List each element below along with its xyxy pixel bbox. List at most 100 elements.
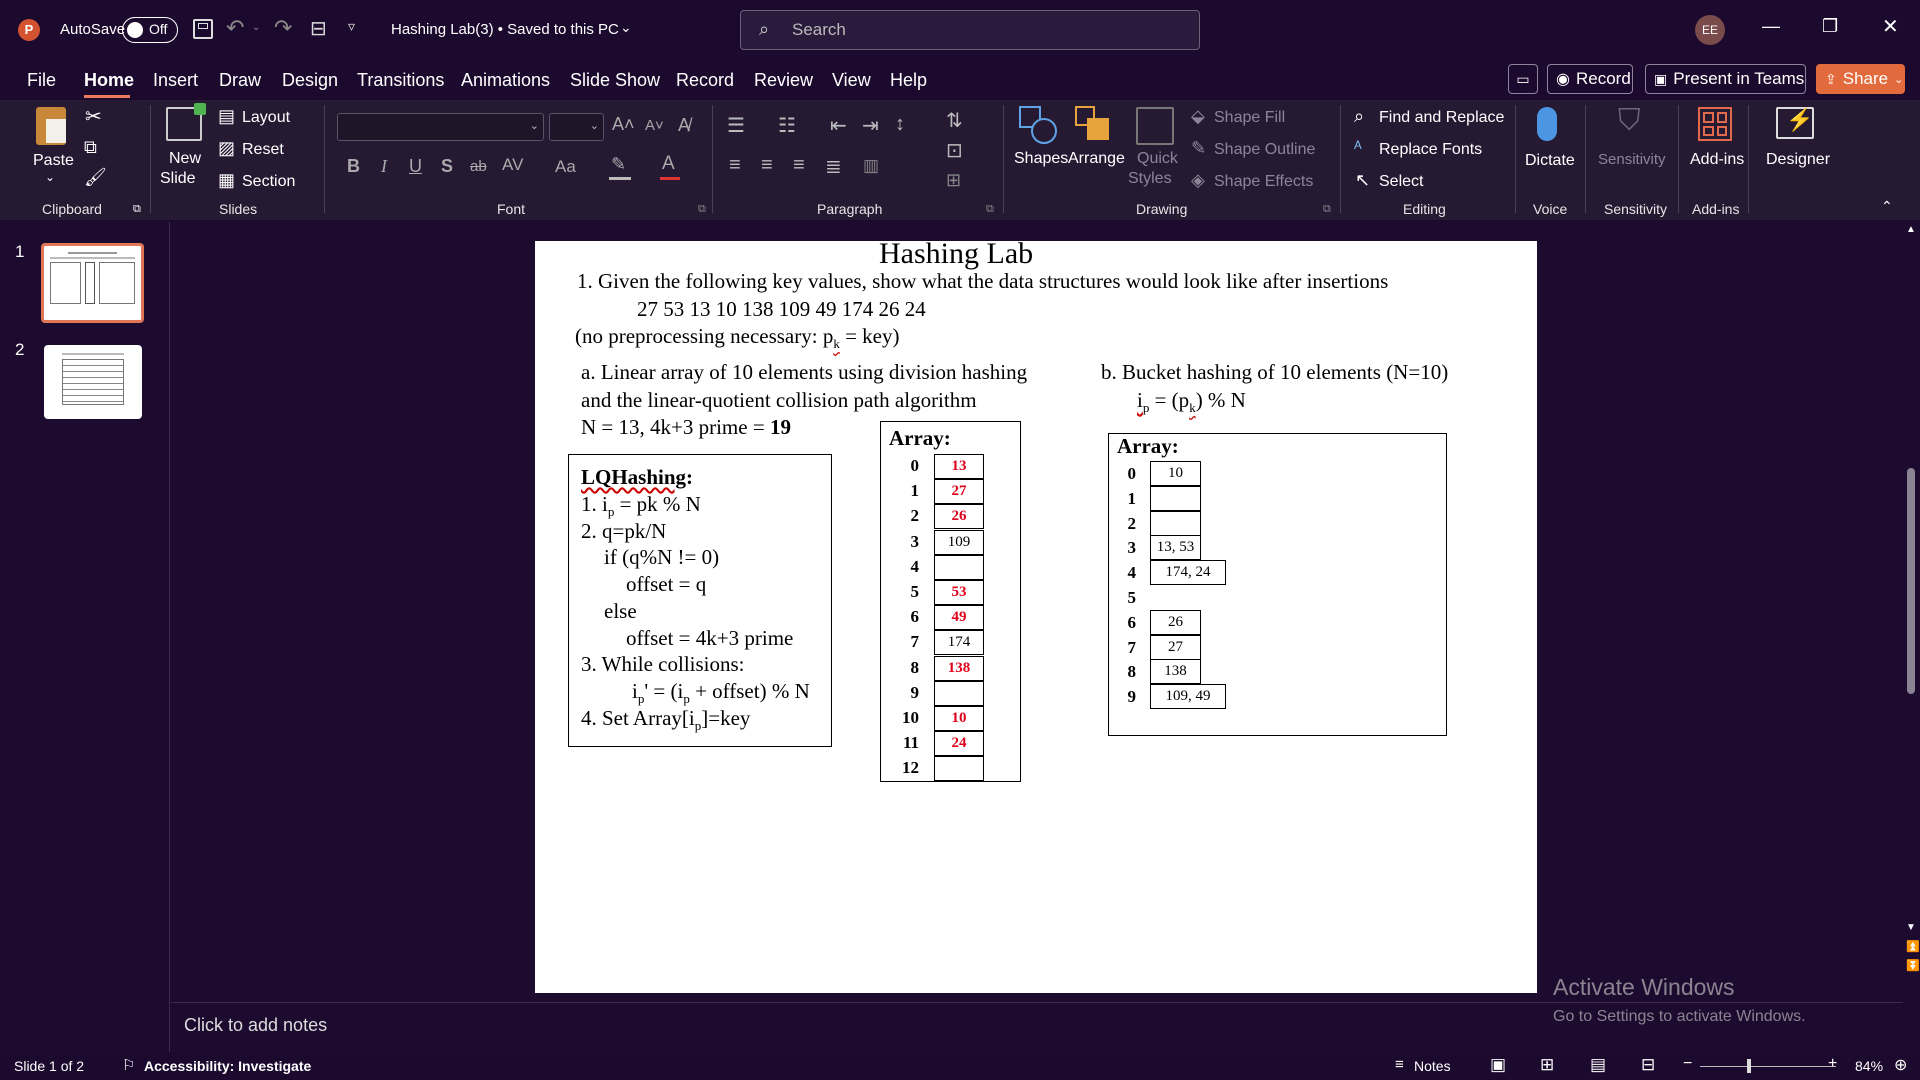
tab-file[interactable]: File: [27, 70, 56, 91]
underline-button[interactable]: U: [409, 156, 422, 177]
array-a-cell[interactable]: 10: [934, 706, 984, 731]
zoom-in-icon[interactable]: +: [1828, 1055, 1837, 1073]
part-a-line-2[interactable]: and the linear-quotient collision path a…: [581, 388, 977, 413]
array-a-cell[interactable]: 26: [934, 504, 984, 530]
strikethrough-button[interactable]: ab: [470, 158, 487, 175]
change-case-button[interactable]: Aa: [555, 157, 576, 177]
array-a-cell[interactable]: [934, 554, 984, 580]
document-title[interactable]: Hashing Lab(3) • Saved to this PC: [391, 21, 619, 38]
share-button[interactable]: ⇪ Share ⌄: [1816, 64, 1905, 94]
present-in-teams-button[interactable]: ▣ Present in Teams: [1645, 64, 1806, 94]
shape-outline-icon[interactable]: ✎: [1191, 138, 1206, 159]
redo-icon[interactable]: ↷: [274, 15, 292, 41]
paragraph-launcher-icon[interactable]: ⧉: [986, 203, 994, 216]
key-values-text[interactable]: 27 53 13 10 138 109 49 174 26 24: [637, 297, 926, 322]
designer-icon[interactable]: ⚡: [1776, 107, 1814, 139]
avatar[interactable]: EE: [1695, 15, 1725, 45]
tab-transitions[interactable]: Transitions: [357, 70, 444, 91]
normal-view-icon[interactable]: ▣: [1490, 1055, 1506, 1075]
array-a-cell[interactable]: 27: [934, 479, 984, 505]
layout-icon[interactable]: ▤: [218, 106, 235, 127]
save-icon[interactable]: [193, 19, 213, 39]
columns-icon[interactable]: ▥: [863, 156, 879, 176]
customize-toolbar-icon[interactable]: ▿: [348, 18, 355, 35]
quick-styles-label-2[interactable]: Styles: [1128, 170, 1172, 188]
sensitivity-button[interactable]: Sensitivity: [1598, 151, 1666, 168]
next-slide-icon[interactable]: ⏬: [1906, 959, 1920, 972]
undo-dropdown-icon[interactable]: ⌄: [252, 22, 260, 33]
align-text-icon[interactable]: ⊡: [946, 138, 963, 163]
tab-design[interactable]: Design: [282, 70, 338, 91]
replace-fonts-icon[interactable]: ᴬ: [1354, 138, 1362, 158]
array-a-cell[interactable]: 24: [934, 731, 984, 757]
tab-review[interactable]: Review: [754, 70, 813, 91]
align-center-icon[interactable]: ≡: [761, 154, 773, 177]
section-icon[interactable]: ▦: [218, 170, 235, 191]
zoom-slider[interactable]: [1700, 1059, 1836, 1073]
restore-icon[interactable]: ❐: [1822, 16, 1838, 37]
designer-button[interactable]: Designer: [1766, 151, 1830, 169]
zoom-level[interactable]: 84%: [1855, 1058, 1883, 1074]
find-replace-button[interactable]: Find and Replace: [1379, 109, 1504, 127]
tab-insert[interactable]: Insert: [153, 70, 198, 91]
increase-font-icon[interactable]: A˄: [612, 114, 635, 135]
align-left-icon[interactable]: ≡: [729, 154, 741, 177]
array-a-cell[interactable]: [934, 756, 984, 782]
char-spacing-icon[interactable]: AV: [502, 155, 523, 175]
close-icon[interactable]: ✕: [1882, 14, 1899, 39]
tab-draw[interactable]: Draw: [219, 70, 261, 91]
section-button[interactable]: Section: [242, 173, 295, 191]
array-b-cell[interactable]: [1150, 510, 1201, 536]
drawing-launcher-icon[interactable]: ⧉: [1323, 203, 1331, 216]
scroll-down-icon[interactable]: ▼: [1906, 922, 1916, 933]
arrange-button[interactable]: Arrange: [1068, 150, 1125, 168]
vertical-scrollbar[interactable]: ▲ ▼ ⏫ ⏬: [1903, 222, 1920, 1002]
new-slide-label-1[interactable]: New: [169, 150, 201, 168]
slide-thumbnail-2[interactable]: [44, 345, 142, 419]
tab-help[interactable]: Help: [890, 70, 927, 91]
clear-formatting-icon[interactable]: A̸: [678, 115, 690, 136]
increase-indent-icon[interactable]: ⇥: [862, 113, 879, 138]
array-b-cell[interactable]: 109, 49: [1150, 684, 1226, 710]
array-a-cell[interactable]: [934, 680, 984, 706]
shapes-icon[interactable]: [1019, 106, 1059, 146]
notes-placeholder[interactable]: Click to add notes: [184, 1015, 327, 1036]
array-a-cell[interactable]: 53: [934, 580, 984, 605]
cut-icon[interactable]: ✂: [85, 104, 102, 129]
slide-thumbnail-1[interactable]: [41, 243, 144, 323]
addins-icon[interactable]: [1698, 107, 1732, 141]
microphone-icon[interactable]: [1537, 107, 1557, 141]
shape-effects-icon[interactable]: ◈: [1191, 170, 1205, 191]
font-name-dropdown[interactable]: ⌄: [337, 113, 544, 141]
italic-button[interactable]: I: [381, 156, 387, 177]
zoom-out-icon[interactable]: −: [1683, 1055, 1692, 1073]
scroll-thumb[interactable]: [1907, 468, 1915, 694]
notes-toggle[interactable]: Notes: [1414, 1058, 1451, 1074]
reading-view-icon[interactable]: ▤: [1590, 1055, 1606, 1075]
array-b-cell[interactable]: 27: [1150, 634, 1201, 660]
part-a-line-1[interactable]: a. Linear array of 10 elements using div…: [581, 360, 1027, 385]
font-size-dropdown[interactable]: ⌄: [549, 113, 604, 141]
highlight-icon[interactable]: ✎: [611, 154, 626, 175]
array-a-cell[interactable]: 109: [934, 529, 984, 555]
format-painter-icon[interactable]: 🖌: [84, 167, 107, 188]
question-1-text[interactable]: 1. Given the following key values, show …: [577, 269, 1388, 294]
bold-button[interactable]: B: [347, 156, 360, 177]
new-slide-icon[interactable]: [166, 103, 206, 141]
undo-icon[interactable]: ↶: [226, 15, 244, 41]
search-box[interactable]: ⌕ Search: [740, 10, 1200, 50]
array-b-cell[interactable]: 13, 53: [1150, 535, 1201, 561]
arrange-icon[interactable]: [1075, 106, 1115, 146]
slide-title[interactable]: Hashing Lab: [879, 237, 1033, 271]
decrease-indent-icon[interactable]: ⇤: [830, 113, 847, 138]
font-color-icon[interactable]: A: [662, 153, 675, 175]
align-right-icon[interactable]: ≡: [793, 154, 805, 177]
shapes-button[interactable]: Shapes: [1014, 150, 1068, 168]
array-b-cell[interactable]: [1150, 485, 1201, 511]
tab-slide-show[interactable]: Slide Show: [570, 70, 660, 91]
autosave-toggle[interactable]: Off: [122, 17, 178, 43]
shape-outline-button[interactable]: Shape Outline: [1214, 141, 1315, 159]
paste-dropdown-icon[interactable]: ⌄: [45, 170, 55, 184]
array-a-cell[interactable]: 174: [934, 630, 984, 656]
array-b-cell[interactable]: 10: [1150, 461, 1201, 486]
